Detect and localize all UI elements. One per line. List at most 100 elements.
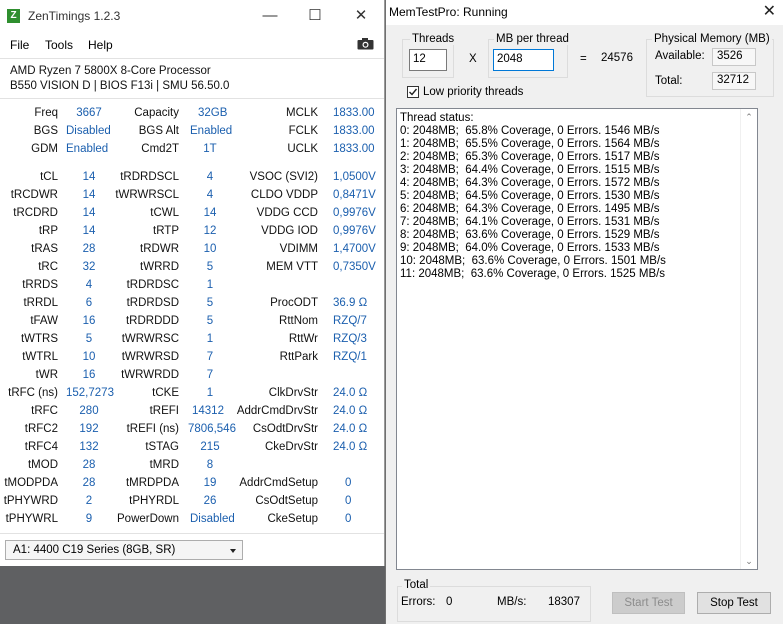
stop-test-button[interactable]: Stop Test bbox=[697, 592, 771, 614]
timing-label: tRAS bbox=[31, 243, 58, 255]
timing-label: tRRDS bbox=[22, 279, 58, 291]
equals-sign: = bbox=[580, 53, 587, 65]
mb-per-thread-label: MB per thread bbox=[494, 33, 571, 45]
timing-label: tWRWRSC bbox=[121, 333, 179, 345]
scroll-up-icon[interactable]: ⌃ bbox=[744, 112, 754, 122]
timing-label: BGS Alt bbox=[138, 125, 179, 137]
errors-value: 0 bbox=[446, 596, 453, 608]
thread-status-line: 1: 2048MB; 65.5% Coverage, 0 Errors. 156… bbox=[400, 138, 660, 150]
menu-file[interactable]: File bbox=[10, 38, 29, 52]
menu-tools[interactable]: Tools bbox=[45, 38, 73, 52]
timing-label: ClkDrvStr bbox=[268, 387, 318, 399]
total-value: 32712 bbox=[712, 72, 756, 90]
timing-value: 192 bbox=[79, 423, 99, 435]
thread-status-box[interactable]: Thread status: 0: 2048MB; 65.8% Coverage,… bbox=[396, 108, 758, 570]
dimm-select-value: A1: 4400 C19 Series (8GB, SR) bbox=[13, 544, 176, 556]
timing-value: 5 bbox=[206, 261, 214, 273]
total-group-label: Total bbox=[402, 579, 431, 591]
thread-status-line: 0: 2048MB; 65.8% Coverage, 0 Errors. 154… bbox=[400, 125, 660, 137]
thread-status-line: 3: 2048MB; 64.4% Coverage, 0 Errors. 151… bbox=[400, 164, 660, 176]
timing-label: tCWL bbox=[150, 207, 179, 219]
screenshot-camera-icon[interactable] bbox=[357, 38, 374, 50]
timing-label: tREFI (ns) bbox=[126, 423, 179, 435]
low-priority-checkbox[interactable] bbox=[407, 86, 419, 98]
thread-status-line: 5: 2048MB; 64.5% Coverage, 0 Errors. 153… bbox=[400, 190, 660, 202]
timing-value: 1 bbox=[206, 279, 214, 291]
timing-value: 3667 bbox=[76, 107, 102, 119]
dimm-select[interactable]: A1: 4400 C19 Series (8GB, SR) bbox=[5, 540, 243, 560]
timing-label: tWR bbox=[35, 369, 58, 381]
timing-value: 7 bbox=[206, 369, 214, 381]
minimize-icon[interactable]: — bbox=[255, 4, 285, 28]
low-priority-label[interactable]: Low priority threads bbox=[423, 86, 523, 98]
thread-status-line: 6: 2048MB; 64.3% Coverage, 0 Errors. 149… bbox=[400, 203, 660, 215]
timing-value: 5 bbox=[206, 297, 214, 309]
timing-label: VDDG IOD bbox=[261, 225, 318, 237]
physical-memory-label: Physical Memory (MB) bbox=[652, 33, 772, 45]
timing-label: tWRWRSD bbox=[121, 351, 179, 363]
timing-value: 1 bbox=[206, 333, 214, 345]
timing-value: 5 bbox=[85, 333, 93, 345]
timing-label: tRRDL bbox=[23, 297, 58, 309]
timing-label: tWRWRSCL bbox=[115, 189, 179, 201]
timing-label: Cmd2T bbox=[141, 143, 179, 155]
zentimings-titlebar[interactable]: Z ZenTimings 1.2.3 — ☐ ✕ bbox=[0, 0, 384, 32]
timing-value: 0 bbox=[345, 477, 352, 489]
timing-value: 14 bbox=[82, 171, 96, 183]
chevron-down-icon bbox=[230, 549, 236, 553]
close-icon[interactable]: ✕ bbox=[346, 4, 376, 28]
timing-label: tRFC (ns) bbox=[8, 387, 58, 399]
timing-value: 9 bbox=[85, 513, 93, 525]
thread-status-line: 9: 2048MB; 64.0% Coverage, 0 Errors. 153… bbox=[400, 242, 660, 254]
vertical-scrollbar[interactable]: ⌃ ⌄ bbox=[740, 109, 757, 569]
thread-status-line: 11: 2048MB; 63.6% Coverage, 0 Errors. 15… bbox=[400, 268, 666, 280]
thread-status-line: 8: 2048MB; 63.6% Coverage, 0 Errors. 152… bbox=[400, 229, 660, 241]
timing-label: GDM bbox=[31, 143, 58, 155]
timing-value: 1833.00 bbox=[333, 125, 375, 137]
timing-label: VSOC (SVI2) bbox=[249, 171, 318, 183]
start-test-button[interactable]: Start Test bbox=[612, 592, 685, 614]
timing-value: 0,9976V bbox=[333, 225, 376, 237]
timing-value: 132 bbox=[79, 441, 99, 453]
total-mb-value: 24576 bbox=[601, 52, 633, 64]
board-info: B550 VISION D | BIOS F13i | SMU 56.50.0 bbox=[10, 80, 230, 92]
mbs-label: MB/s: bbox=[497, 596, 527, 608]
timing-value: 14 bbox=[82, 189, 96, 201]
timing-label: tRCDWR bbox=[10, 189, 58, 201]
menu-help[interactable]: Help bbox=[88, 38, 113, 52]
timing-label: AddrCmdSetup bbox=[239, 477, 318, 489]
timing-value: 0 bbox=[345, 495, 352, 507]
timing-label: VDIMM bbox=[279, 243, 318, 255]
mb-per-thread-input[interactable]: 2048 bbox=[493, 49, 554, 71]
memtestpro-titlebar[interactable]: MemTestPro: Running ✕ bbox=[386, 0, 783, 25]
timing-value: 19 bbox=[203, 477, 217, 489]
timing-label: CsOdtSetup bbox=[255, 495, 318, 507]
timing-label: PowerDown bbox=[117, 513, 179, 525]
threads-input[interactable]: 12 bbox=[409, 49, 447, 71]
timing-label: tRDRDSD bbox=[126, 297, 179, 309]
timing-label: tSTAG bbox=[145, 441, 179, 453]
timing-label: tMRDPDA bbox=[125, 477, 179, 489]
multiply-sign: X bbox=[469, 53, 477, 65]
timing-label: tPHYWRL bbox=[5, 513, 58, 525]
mbs-value: 18307 bbox=[548, 596, 580, 608]
close-icon[interactable]: ✕ bbox=[763, 1, 776, 21]
timing-label: tRFC bbox=[31, 405, 58, 417]
timing-label: tPHYWRD bbox=[3, 495, 58, 507]
timing-label: tRDRDSC bbox=[126, 279, 179, 291]
window-title: MemTestPro: Running bbox=[389, 5, 508, 19]
timing-label: tRFC2 bbox=[24, 423, 58, 435]
timing-value: 24.0 Ω bbox=[333, 441, 368, 453]
timing-value: 4 bbox=[206, 171, 214, 183]
timing-value: 28 bbox=[82, 459, 96, 471]
scroll-down-icon[interactable]: ⌄ bbox=[744, 556, 754, 566]
maximize-icon[interactable]: ☐ bbox=[300, 4, 330, 28]
timing-label: Freq bbox=[34, 107, 58, 119]
thread-status-lines: Thread status: 0: 2048MB; 65.8% Coverage,… bbox=[400, 112, 666, 281]
separator bbox=[0, 533, 384, 534]
timing-value: Disabled bbox=[190, 513, 235, 525]
timing-label: tRDRDSCL bbox=[120, 171, 179, 183]
timing-label: tRTP bbox=[153, 225, 179, 237]
timing-label: tWRWRDD bbox=[121, 369, 179, 381]
timing-label: AddrCmdDrvStr bbox=[236, 405, 318, 417]
